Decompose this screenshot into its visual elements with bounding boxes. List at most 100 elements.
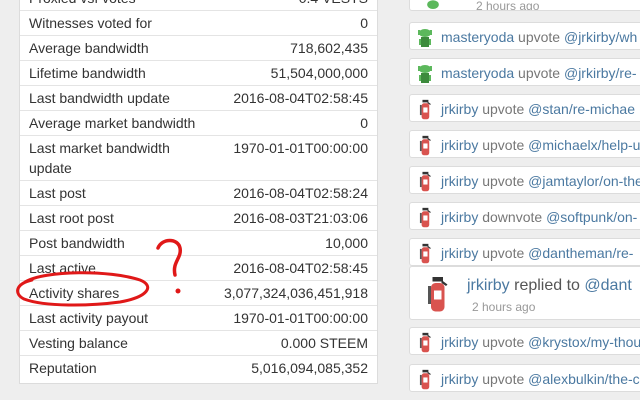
feed-user-link[interactable]: masteryoda xyxy=(441,65,514,81)
property-row: Average market bandwidth 0 xyxy=(20,110,377,136)
yoda-avatar-icon xyxy=(418,29,432,47)
feed-verb: upvote xyxy=(518,65,561,81)
feed-item: jrkirby downvote @softpunk/on- xyxy=(409,202,640,230)
feed-user-link[interactable]: jrkirby xyxy=(441,209,478,225)
feed-time: 2 hours ago xyxy=(476,0,540,11)
feed-post-link[interactable]: @michaelx/help-u xyxy=(528,137,640,153)
property-key: Last bandwidth update xyxy=(20,85,215,111)
feed-post-link[interactable]: @jrkirby/wh xyxy=(564,29,637,45)
property-value: 5,016,094,085,352 xyxy=(214,355,377,380)
feed-item: jrkirby upvote @alexbulkin/the-c xyxy=(409,364,640,392)
feed-verb: upvote xyxy=(482,101,525,117)
feed-item: jrkirby upvote @stan/re-michae xyxy=(409,94,640,122)
feed-post-link[interactable]: @jrkirby/re- xyxy=(564,65,637,81)
feed-user-link[interactable]: masteryoda xyxy=(441,29,514,45)
property-row: Activity shares 3,077,324,036,451,918 xyxy=(20,280,377,306)
property-key: Vesting balance xyxy=(20,330,215,356)
property-row: Last post 2016-08-04T02:58:24 xyxy=(20,180,377,206)
property-row: Last activity payout 1970-01-01T00:00:00 xyxy=(20,305,377,331)
property-key: Activity shares xyxy=(20,280,215,306)
property-value: 2016-08-04T02:58:45 xyxy=(214,255,377,281)
feed-post-link[interactable]: @alexbulkin/the-c xyxy=(528,371,640,387)
feed-verb: replied to xyxy=(514,277,580,294)
property-row: Proxied vsf votes0.4 VESTS xyxy=(20,0,377,11)
property-key: Witnesses voted for xyxy=(20,10,215,36)
property-row: Last market bandwidth update 1970-01-01T0… xyxy=(20,135,377,181)
property-key: Lifetime bandwidth xyxy=(20,60,215,86)
feed-user-link[interactable]: jrkirby xyxy=(441,137,478,153)
feed-line: masteryoda upvote @jrkirby/wh xyxy=(441,28,637,46)
property-row: Witnesses voted for 0 xyxy=(20,10,377,36)
property-value: 0 xyxy=(214,110,377,136)
feed-line: jrkirby upvote @stan/re-michae xyxy=(441,100,635,118)
feed-item: jrkirby replied to @dant 2 hours ago xyxy=(409,266,640,320)
property-key: Last market bandwidth update xyxy=(20,135,215,181)
feed-line: jrkirby upvote @michaelx/help-u xyxy=(441,136,640,154)
fire-extinguisher-avatar-icon xyxy=(419,99,431,120)
account-properties-table: Proxied vsf votes0.4 VESTSWitnesses vote… xyxy=(20,0,377,380)
feed-user-link[interactable]: jrkirby xyxy=(441,371,478,387)
account-properties-panel: Proxied vsf votes0.4 VESTSWitnesses vote… xyxy=(19,0,378,384)
property-value: 3,077,324,036,451,918 xyxy=(214,280,377,306)
feed-user-link[interactable]: jrkirby xyxy=(441,245,478,261)
feed-verb: upvote xyxy=(482,371,525,387)
property-row: Lifetime bandwidth 51,504,000,000 xyxy=(20,60,377,86)
feed-post-link[interactable]: @softpunk/on- xyxy=(546,209,637,225)
feed-line: jrkirby replied to @dant xyxy=(467,276,632,296)
property-key: Last post xyxy=(20,180,215,206)
fire-extinguisher-avatar-icon xyxy=(419,243,431,264)
property-key: Post bandwidth xyxy=(20,230,215,256)
yoda-avatar-icon xyxy=(427,0,439,9)
property-value: 718,602,435 xyxy=(214,35,377,61)
property-value: 0.4 VESTS xyxy=(215,0,377,11)
feed-item-partial: 2 hours ago xyxy=(409,0,640,11)
feed-post-link[interactable]: @krystox/my-thou xyxy=(528,334,640,350)
property-key: Last root post xyxy=(20,205,215,231)
feed-user-link[interactable]: jrkirby xyxy=(441,101,478,117)
feed-post-link[interactable]: @stan/re-michae xyxy=(528,101,635,117)
property-value: 2016-08-03T21:03:06 xyxy=(214,205,377,231)
feed-line: jrkirby upvote @dantheman/re- xyxy=(441,244,633,262)
feed-item: masteryoda upvote @jrkirby/re- xyxy=(409,58,640,86)
property-value: 51,504,000,000 xyxy=(214,60,377,86)
fire-extinguisher-avatar-icon xyxy=(419,171,431,192)
fire-extinguisher-avatar-icon xyxy=(419,207,431,228)
property-row: Average bandwidth 718,602,435 xyxy=(20,35,377,61)
feed-item: jrkirby upvote @michaelx/help-u xyxy=(409,130,640,158)
feed-verb: upvote xyxy=(518,29,561,45)
property-row: Last root post 2016-08-03T21:03:06 xyxy=(20,205,377,231)
property-row: Reputation 5,016,094,085,352 xyxy=(20,355,377,380)
feed-verb: upvote xyxy=(482,334,525,350)
feed-verb: upvote xyxy=(482,245,525,261)
property-row: Vesting balance 0.000 STEEM xyxy=(20,330,377,356)
fire-extinguisher-avatar-icon xyxy=(419,369,431,390)
feed-user-link[interactable]: jrkirby xyxy=(441,334,478,350)
property-value: 0 xyxy=(214,10,377,36)
property-row: Last bandwidth update 2016-08-04T02:58:45 xyxy=(20,85,377,111)
fire-extinguisher-avatar-icon xyxy=(428,277,448,312)
feed-item: jrkirby upvote @dantheman/re- xyxy=(409,238,640,266)
yoda-avatar-icon xyxy=(418,65,432,83)
fire-extinguisher-avatar-icon xyxy=(419,135,431,156)
property-row: Post bandwidth 10,000 xyxy=(20,230,377,256)
feed-line: jrkirby upvote @krystox/my-thou xyxy=(441,333,640,351)
fire-extinguisher-avatar-icon xyxy=(419,332,431,353)
feed-item: jrkirby upvote @krystox/my-thou xyxy=(409,327,640,355)
property-key: Last active xyxy=(20,255,215,281)
feed-line: masteryoda upvote @jrkirby/re- xyxy=(441,64,637,82)
feed-verb: upvote xyxy=(482,137,525,153)
feed-post-link[interactable]: @dantheman/re- xyxy=(528,245,633,261)
feed-time: 2 hours ago xyxy=(472,300,536,314)
property-row: Last active 2016-08-04T02:58:45 xyxy=(20,255,377,281)
activity-feed: 2 hours ago masteryoda upvote @jrkirby/w… xyxy=(409,0,640,400)
feed-item: jrkirby upvote @jamtaylor/on-the xyxy=(409,166,640,194)
feed-post-link[interactable]: @jamtaylor/on-the xyxy=(528,173,640,189)
feed-line: jrkirby upvote @alexbulkin/the-c xyxy=(441,370,640,388)
feed-line: jrkirby upvote @jamtaylor/on-the xyxy=(441,172,640,190)
feed-post-link[interactable]: @dant xyxy=(584,277,631,294)
feed-user-link[interactable]: jrkirby xyxy=(467,277,510,294)
property-value: 2016-08-04T02:58:45 xyxy=(214,85,377,111)
feed-user-link[interactable]: jrkirby xyxy=(441,173,478,189)
feed-item: masteryoda upvote @jrkirby/wh xyxy=(409,22,640,50)
feed-verb: upvote xyxy=(482,173,525,189)
